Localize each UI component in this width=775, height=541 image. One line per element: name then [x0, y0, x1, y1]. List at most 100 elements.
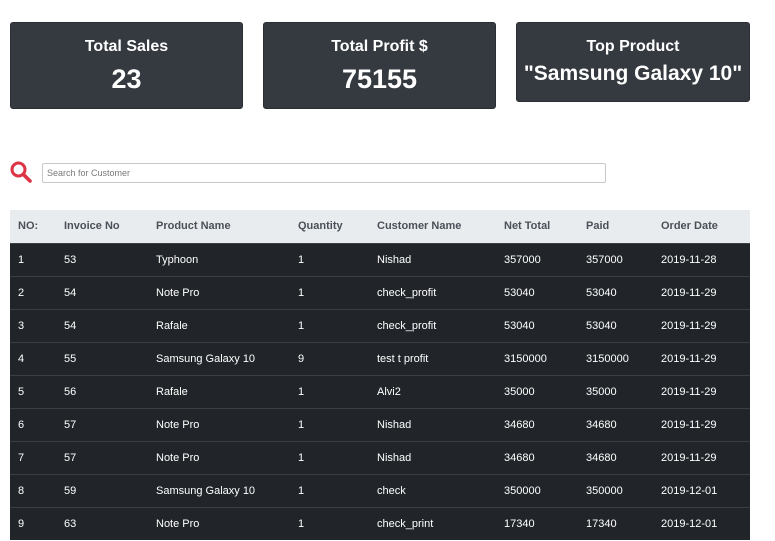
cell-paid: 53040	[586, 286, 617, 299]
column-header-no: NO:	[18, 220, 39, 233]
cell-customer-name: Nishad	[377, 418, 412, 431]
cell-quantity: 1	[298, 418, 305, 431]
cell-quantity: 9	[298, 352, 305, 365]
cell-customer-name: test t profit	[377, 352, 429, 365]
column-header-product-name: Product Name	[156, 220, 231, 233]
cell-paid: 34680	[586, 418, 617, 431]
cell-invoice-no: 57	[64, 451, 77, 464]
cell-paid: 17340	[586, 517, 617, 530]
cell-product-name: Note Pro	[156, 451, 200, 464]
cell-net-total: 34680	[504, 418, 535, 431]
cell-order-date: 2019-11-29	[661, 319, 717, 332]
cell-product-name: Samsung Galaxy 10	[156, 484, 256, 497]
cell-invoice-no: 56	[64, 385, 77, 398]
stats-cards: Total Sales 23 Total Profit $ 75155 Top …	[10, 22, 750, 112]
total-sales-label: Total Sales	[84, 38, 169, 55]
cell-invoice-no: 63	[64, 517, 77, 530]
cell-customer-name: Alvi2	[377, 385, 401, 398]
cell-product-name: Typhoon	[156, 253, 199, 266]
cell-customer-name: check	[377, 484, 406, 497]
cell-quantity: 1	[298, 319, 305, 332]
cell-net-total: 3150000	[504, 352, 547, 365]
cell-invoice-no: 54	[64, 319, 77, 332]
table-row[interactable]: 8 59 Samsung Galaxy 10 1 check 350000 35…	[10, 474, 750, 507]
cell-quantity: 1	[298, 517, 305, 530]
table-row[interactable]: 9 63 Note Pro 1 check_print 17340 17340 …	[10, 507, 750, 540]
column-header-invoice-no: Invoice No	[64, 220, 120, 233]
cell-net-total: 35000	[504, 385, 535, 398]
total-sales-card: Total Sales 23	[10, 22, 243, 109]
cell-order-date: 2019-12-01	[661, 484, 718, 497]
cell-net-total: 53040	[504, 286, 535, 299]
cell-no: 6	[18, 418, 25, 431]
cell-product-name: Note Pro	[156, 418, 200, 431]
cell-customer-name: check_profit	[377, 286, 437, 299]
total-profit-label: Total Profit $	[331, 38, 428, 55]
cell-invoice-no: 59	[64, 484, 77, 497]
total-profit-card: Total Profit $ 75155	[263, 22, 496, 109]
cell-no: 4	[18, 352, 25, 365]
cell-customer-name: check_print	[377, 517, 434, 530]
cell-no: 7	[18, 451, 25, 464]
cell-quantity: 1	[298, 286, 305, 299]
column-header-customer-name: Customer Name	[377, 220, 462, 233]
cell-order-date: 2019-11-29	[661, 352, 717, 365]
total-sales-value: 23	[111, 64, 142, 94]
table-row[interactable]: 7 57 Note Pro 1 Nishad 34680 34680 2019-…	[10, 441, 750, 474]
cell-paid: 53040	[586, 319, 617, 332]
total-profit-value: 75155	[341, 64, 418, 94]
cell-no: 9	[18, 517, 25, 530]
cell-net-total: 357000	[504, 253, 541, 266]
cell-net-total: 350000	[504, 484, 541, 497]
table-row[interactable]: 3 54 Rafale 1 check_profit 53040 53040 2…	[10, 309, 750, 342]
cell-invoice-no: 57	[64, 418, 77, 431]
table-row[interactable]: 4 55 Samsung Galaxy 10 9 test t profit 3…	[10, 342, 750, 375]
table-row[interactable]: 2 54 Note Pro 1 check_profit 53040 53040…	[10, 276, 750, 309]
cell-product-name: Rafale	[156, 385, 188, 398]
cell-product-name: Note Pro	[156, 517, 200, 530]
cell-paid: 350000	[586, 484, 623, 497]
cell-customer-name: Nishad	[377, 253, 412, 266]
cell-no: 5	[18, 385, 25, 398]
cell-net-total: 34680	[504, 451, 535, 464]
cell-customer-name: Nishad	[377, 451, 412, 464]
cell-no: 8	[18, 484, 25, 497]
cell-no: 3	[18, 319, 25, 332]
column-header-order-date: Order Date	[661, 220, 718, 233]
cell-no: 1	[18, 253, 25, 266]
customer-search	[9, 160, 609, 186]
orders-table: NO: Invoice No Product Name Quantity Cus…	[10, 210, 750, 540]
top-product-card: Top Product "Samsung Galaxy 10"	[516, 22, 750, 102]
search-input[interactable]	[42, 163, 606, 183]
cell-order-date: 2019-11-29	[661, 451, 717, 464]
table-row[interactable]: 5 56 Rafale 1 Alvi2 35000 35000 2019-11-…	[10, 375, 750, 408]
cell-order-date: 2019-11-29	[661, 418, 717, 431]
cell-order-date: 2019-11-28	[661, 253, 717, 266]
cell-no: 2	[18, 286, 25, 299]
cell-product-name: Samsung Galaxy 10	[156, 352, 256, 365]
table-header-row: NO: Invoice No Product Name Quantity Cus…	[10, 210, 750, 243]
top-product-label: Top Product	[586, 38, 680, 55]
cell-quantity: 1	[298, 253, 305, 266]
cell-order-date: 2019-11-29	[661, 286, 717, 299]
cell-invoice-no: 53	[64, 253, 77, 266]
column-header-quantity: Quantity	[298, 220, 343, 233]
cell-paid: 357000	[586, 253, 623, 266]
cell-customer-name: check_profit	[377, 319, 437, 332]
cell-net-total: 53040	[504, 319, 535, 332]
top-product-value: "Samsung Galaxy 10"	[523, 62, 743, 85]
cell-invoice-no: 54	[64, 286, 77, 299]
cell-paid: 3150000	[586, 352, 629, 365]
table-row[interactable]: 1 53 Typhoon 1 Nishad 357000 357000 2019…	[10, 243, 750, 276]
column-header-paid: Paid	[586, 220, 610, 233]
cell-product-name: Rafale	[156, 319, 188, 332]
table-row[interactable]: 6 57 Note Pro 1 Nishad 34680 34680 2019-…	[10, 408, 750, 441]
cell-invoice-no: 55	[64, 352, 77, 365]
cell-order-date: 2019-11-29	[661, 385, 717, 398]
search-icon[interactable]	[9, 160, 33, 184]
cell-product-name: Note Pro	[156, 286, 200, 299]
cell-order-date: 2019-12-01	[661, 517, 718, 530]
cell-quantity: 1	[298, 484, 305, 497]
cell-paid: 35000	[586, 385, 617, 398]
cell-net-total: 17340	[504, 517, 535, 530]
